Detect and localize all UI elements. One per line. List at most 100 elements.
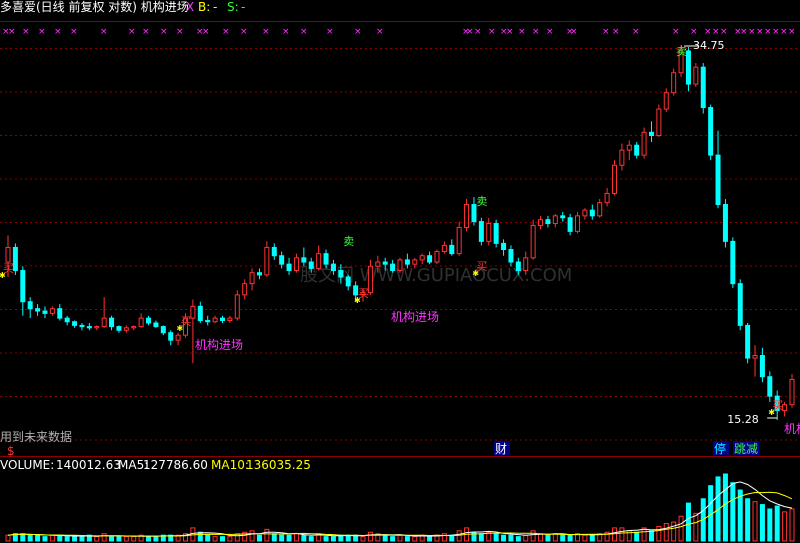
volume-bar-down	[508, 534, 514, 542]
x-marker: ×	[772, 27, 780, 37]
x-marker: ×	[748, 27, 756, 37]
candle-up	[249, 272, 255, 285]
volume-bar-down	[759, 504, 765, 542]
x-marker: ×	[240, 27, 248, 37]
x-marker: ×	[202, 27, 210, 37]
candle-up	[49, 308, 55, 314]
candle-down	[737, 283, 743, 326]
volume-bar-down	[109, 536, 115, 542]
candle-up	[619, 149, 625, 166]
candle-down	[72, 321, 78, 326]
volume-bar-up	[412, 536, 418, 542]
candle-up	[671, 72, 677, 94]
volume-bar-down	[634, 531, 640, 542]
volume-bar-up	[5, 534, 11, 542]
candle-down	[715, 154, 721, 206]
candle-down	[256, 272, 262, 276]
buy-star: ✱	[768, 408, 775, 417]
candle-down	[271, 246, 277, 257]
candle-down	[515, 261, 521, 272]
candle-up	[138, 317, 144, 328]
candle-up	[552, 215, 558, 225]
x-marker: ×	[788, 27, 796, 37]
volume-bar-down	[567, 534, 573, 542]
volume-bar-down	[286, 534, 292, 542]
volume-bar-down	[42, 536, 48, 542]
buy-star: ✱	[177, 324, 184, 333]
institution-entry-label: 机构进场	[391, 309, 439, 324]
price-annotations: 34.7515.28买✱买✱买✱买✱买✱卖卖卖机构进场机构进场机构	[0, 39, 800, 436]
candle-down	[508, 249, 514, 263]
candle-up	[419, 255, 425, 261]
candle-up	[789, 378, 795, 406]
x-marker: ×	[38, 27, 46, 37]
candle-up	[5, 246, 11, 263]
candle-down	[27, 301, 33, 310]
candle-up	[641, 131, 647, 156]
candle-down	[20, 270, 26, 303]
x-marker: ×	[632, 27, 640, 37]
volume-bar-up	[523, 534, 529, 542]
x-marker: ×	[8, 27, 16, 37]
volume-bar-down	[27, 534, 33, 542]
volume-bar-down	[427, 536, 433, 542]
candle-up	[264, 246, 270, 276]
ting-tag[interactable]: 停	[714, 441, 726, 456]
candle-down	[79, 324, 85, 328]
x-marker: ×	[518, 27, 526, 37]
candle-down	[301, 257, 307, 263]
candle-down	[427, 255, 433, 263]
sell-marker: 卖	[676, 45, 687, 58]
zhuijian-tag[interactable]: 跳减	[734, 442, 758, 456]
volume-bar-down	[404, 536, 410, 542]
volume-bar-up	[131, 536, 137, 542]
candle-down	[493, 223, 499, 244]
cai-tag[interactable]: 财	[495, 442, 507, 456]
x-marker: ×	[474, 27, 482, 37]
volume-bar-down	[382, 534, 388, 542]
candle-down	[153, 322, 159, 328]
volume-bar-down	[737, 489, 743, 542]
candle-down	[57, 308, 63, 319]
volume-bar-down	[323, 536, 329, 542]
volume-bar-down	[219, 536, 225, 542]
candle-up	[123, 327, 129, 331]
volume-bar-up	[782, 511, 788, 542]
volume-bar-down	[515, 536, 521, 542]
buy-star: ✱	[0, 271, 6, 280]
x-marker: ×	[100, 27, 108, 37]
candle-up	[316, 253, 322, 269]
x-marker: ×	[720, 27, 728, 37]
volume-bar-down	[390, 536, 396, 542]
signal-marker-row: ×× × × × × × × × × × ×× × × × × × × × × ×× × × ×× × × × ×× × × × × × × × ×…	[2, 27, 796, 37]
candle-up	[131, 326, 137, 329]
candle-down	[109, 317, 115, 328]
candle-down	[745, 324, 751, 359]
volume-bar-up	[456, 530, 462, 542]
candle-down	[700, 66, 706, 109]
volume-bar-down	[308, 536, 314, 542]
volume-bar-down	[279, 534, 285, 542]
volume-value: 140012.63	[56, 458, 121, 472]
candle-down	[478, 221, 484, 242]
volume-bar-down	[79, 536, 85, 542]
volume-bar-up	[693, 512, 699, 542]
kline-chart[interactable]: ×× × × × × × × × × × ×× × × × × × × × × ×× × × ×× × × × ×× × × × × × × × ×…	[0, 0, 800, 543]
x-marker: ×	[756, 27, 764, 37]
candle-down	[205, 320, 211, 323]
ma10-label: MA10:	[211, 458, 249, 472]
volume-bar-up	[94, 536, 100, 542]
volume-bar-down	[64, 536, 70, 542]
candle-up	[582, 209, 588, 217]
candle-down	[648, 131, 654, 136]
candle-up	[575, 215, 581, 232]
volume-bar-up	[678, 515, 684, 542]
candlestick-series	[5, 45, 795, 420]
candle-up	[397, 259, 403, 272]
candle-up	[434, 251, 440, 263]
x-marker: ×	[690, 27, 698, 37]
candle-down	[42, 310, 48, 314]
dollar-mark: $	[7, 444, 15, 458]
candle-up	[597, 202, 603, 217]
candle-up	[486, 223, 492, 242]
